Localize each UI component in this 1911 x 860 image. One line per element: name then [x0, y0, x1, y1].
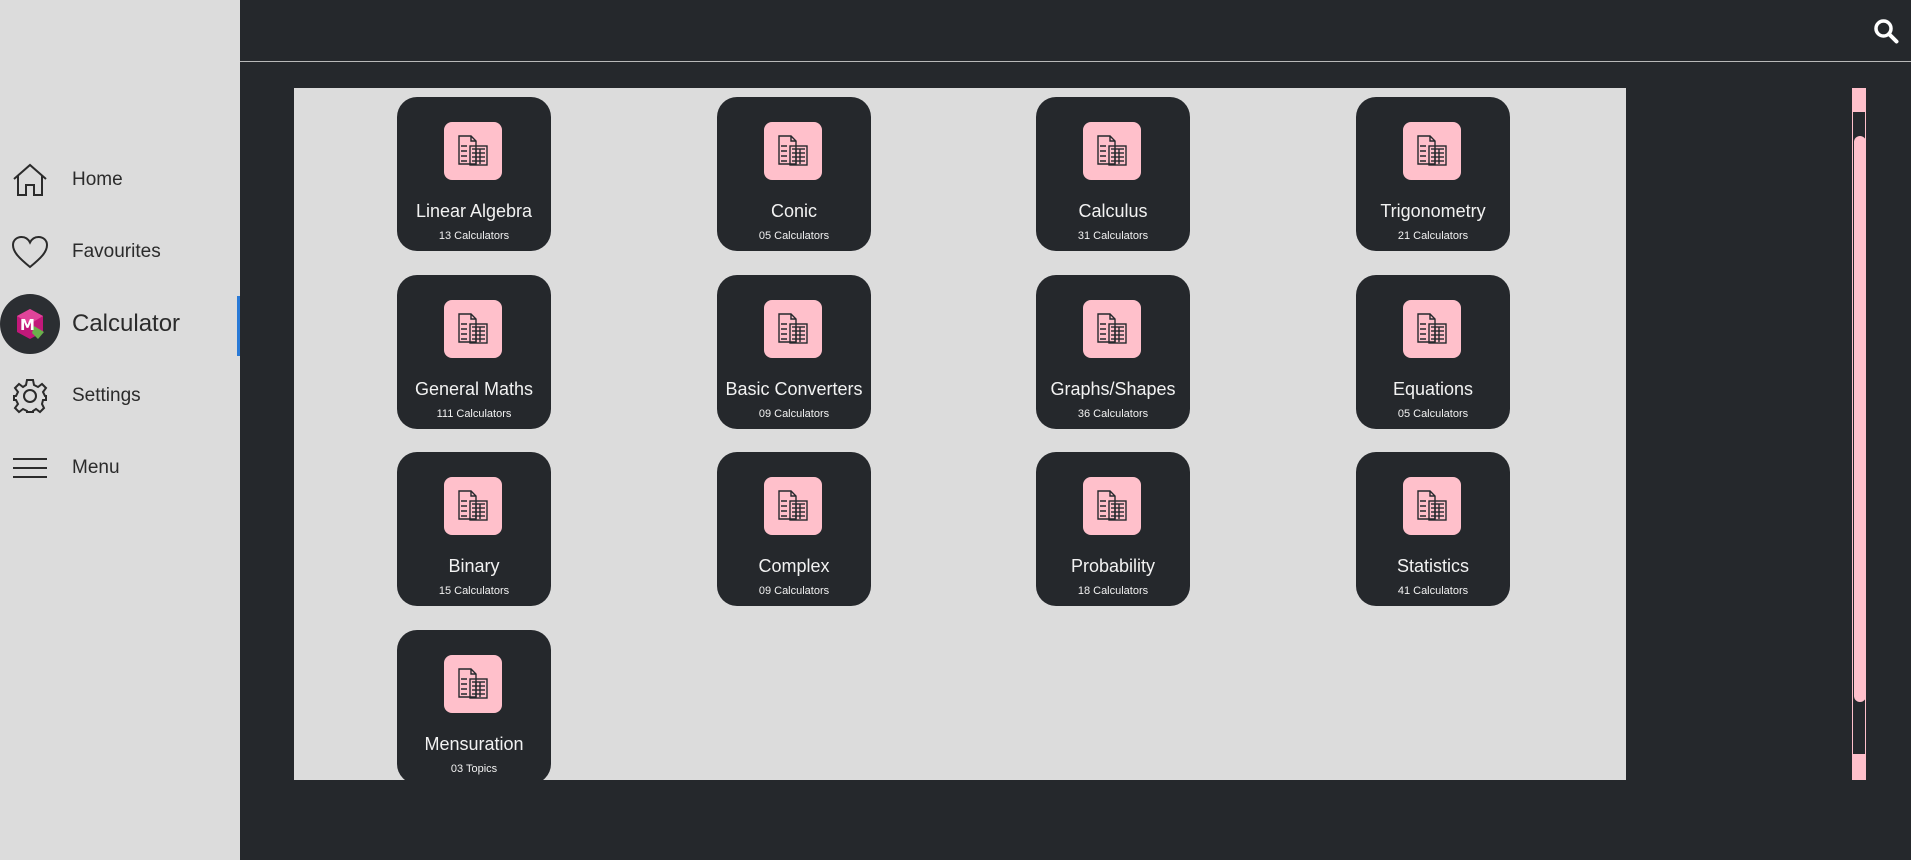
main-area: Linear Algebra 13 Calculators Conic 05 C… — [240, 0, 1911, 860]
calculator-sheet-icon — [1403, 477, 1461, 535]
sidebar-item-label: Home — [72, 169, 123, 190]
category-card-statistics[interactable]: Statistics 41 Calculators — [1356, 452, 1510, 606]
category-card-complex[interactable]: Complex 09 Calculators — [717, 452, 871, 606]
category-title: Complex — [758, 556, 830, 576]
svg-text:M: M — [20, 316, 35, 334]
category-card-basic-converters[interactable]: Basic Converters 09 Calculators — [717, 275, 871, 429]
calculator-sheet-icon — [764, 477, 822, 535]
category-title: Calculus — [1078, 201, 1148, 221]
category-card-equations[interactable]: Equations 05 Calculators — [1356, 275, 1510, 429]
calculator-sheet-icon — [444, 300, 502, 358]
sidebar-item-favourites[interactable]: Favourites — [0, 222, 240, 282]
category-card-trigonometry[interactable]: Trigonometry 21 Calculators — [1356, 97, 1510, 251]
sidebar-item-settings[interactable]: Settings — [0, 366, 240, 426]
category-card-general-maths[interactable]: General Maths 111 Calculators — [397, 275, 551, 429]
category-card-binary[interactable]: Binary 15 Calculators — [397, 452, 551, 606]
sidebar-item-label: Favourites — [72, 241, 161, 262]
category-count: 13 Calculators — [438, 230, 510, 242]
sidebar-item-home[interactable]: Home — [0, 150, 240, 210]
category-card-conic[interactable]: Conic 05 Calculators — [717, 97, 871, 251]
sidebar-item-menu[interactable]: Menu — [0, 438, 240, 498]
category-title: Graphs/Shapes — [1050, 379, 1176, 399]
calculator-sheet-icon — [444, 477, 502, 535]
category-count: 21 Calculators — [1397, 230, 1469, 242]
category-count: 09 Calculators — [758, 585, 830, 597]
category-count: 05 Calculators — [1397, 408, 1469, 420]
category-title: Statistics — [1396, 556, 1470, 576]
category-card-probability[interactable]: Probability 18 Calculators — [1036, 452, 1190, 606]
menu-icon — [10, 448, 50, 488]
category-count: 09 Calculators — [758, 408, 830, 420]
category-title: Trigonometry — [1380, 201, 1486, 221]
category-title: Equations — [1392, 379, 1474, 399]
category-card-graphs-shapes[interactable]: Graphs/Shapes 36 Calculators — [1036, 275, 1190, 429]
category-count: 03 Topics — [450, 763, 498, 775]
category-title: Probability — [1070, 556, 1156, 576]
category-count: 41 Calculators — [1397, 585, 1469, 597]
category-count: 111 Calculators — [436, 408, 512, 420]
category-title: Linear Algebra — [415, 201, 533, 221]
calculator-sheet-icon — [1403, 300, 1461, 358]
category-count: 36 Calculators — [1077, 408, 1149, 420]
category-card-linear-algebra[interactable]: Linear Algebra 13 Calculators — [397, 97, 551, 251]
category-card-calculus[interactable]: Calculus 31 Calculators — [1036, 97, 1190, 251]
category-card-mensuration[interactable]: Mensuration 03 Topics — [397, 630, 551, 780]
category-title: Conic — [770, 201, 818, 221]
app-logo-icon: M — [0, 294, 60, 354]
calculator-sheet-icon — [1083, 300, 1141, 358]
calculator-sheet-icon — [1083, 122, 1141, 180]
category-title: Mensuration — [424, 734, 524, 754]
category-count: 05 Calculators — [758, 230, 830, 242]
sidebar: Home Favourites M Calculator Settings Me… — [0, 0, 240, 860]
home-icon — [10, 160, 50, 200]
search-icon[interactable] — [1873, 18, 1899, 44]
calculator-sheet-icon — [1403, 122, 1461, 180]
category-count: 18 Calculators — [1077, 585, 1149, 597]
gear-icon — [10, 376, 50, 416]
calculator-sheet-icon — [764, 300, 822, 358]
sidebar-item-label: Calculator — [72, 310, 181, 337]
calculator-sheet-icon — [444, 122, 502, 180]
sidebar-item-label: Menu — [72, 457, 120, 478]
calculator-sheet-icon — [444, 655, 502, 713]
category-count: 15 Calculators — [438, 585, 510, 597]
sidebar-item-label: Settings — [72, 385, 141, 406]
category-title: Binary — [448, 556, 500, 576]
calculator-sheet-icon — [1083, 477, 1141, 535]
category-grid: Linear Algebra 13 Calculators Conic 05 C… — [294, 88, 1626, 780]
heart-icon — [10, 232, 50, 272]
top-bar — [240, 0, 1911, 62]
scrollbar-thumb[interactable] — [1854, 136, 1866, 702]
category-count: 31 Calculators — [1077, 230, 1149, 242]
category-title: Basic Converters — [725, 379, 863, 399]
category-title: General Maths — [414, 379, 534, 399]
calculator-sheet-icon — [764, 122, 822, 180]
sidebar-item-calculator[interactable]: M Calculator — [0, 294, 240, 356]
